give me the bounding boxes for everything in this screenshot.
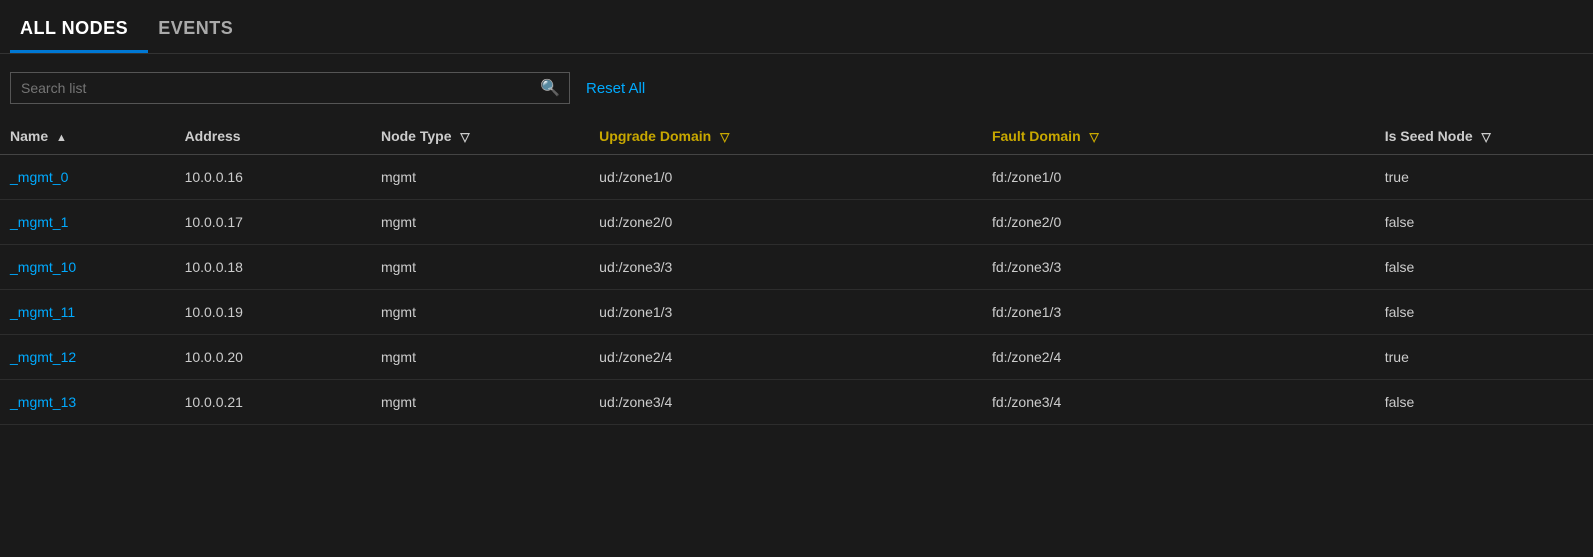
cell-is-seed-node: false (1375, 200, 1593, 245)
table-row[interactable]: _mgmt_1310.0.0.21mgmtud:/zone3/4fd:/zone… (0, 380, 1593, 425)
filter-fault-icon[interactable]: ▽ (1090, 130, 1099, 144)
table-row[interactable]: _mgmt_1210.0.0.20mgmtud:/zone2/4fd:/zone… (0, 335, 1593, 380)
cell-address: 10.0.0.20 (175, 335, 371, 380)
cell-name[interactable]: _mgmt_0 (0, 155, 175, 200)
col-header-address[interactable]: Address (175, 118, 371, 155)
tab-events[interactable]: EVENTS (148, 0, 253, 53)
cell-name[interactable]: _mgmt_12 (0, 335, 175, 380)
col-header-node-type[interactable]: Node Type ▽ (371, 118, 589, 155)
cell-upgrade-domain: ud:/zone1/0 (589, 155, 982, 200)
search-wrapper: 🔍 (10, 72, 570, 104)
col-header-fault-domain[interactable]: Fault Domain ▽ (982, 118, 1375, 155)
col-header-is-seed-node[interactable]: Is Seed Node ▽ (1375, 118, 1593, 155)
filter-seed-icon[interactable]: ▽ (1482, 130, 1491, 144)
search-area: 🔍 Reset All (0, 54, 1593, 118)
cell-is-seed-node: false (1375, 245, 1593, 290)
cell-fault-domain: fd:/zone1/3 (982, 290, 1375, 335)
cell-node-type: mgmt (371, 155, 589, 200)
cell-is-seed-node: false (1375, 380, 1593, 425)
cell-fault-domain: fd:/zone2/4 (982, 335, 1375, 380)
cell-upgrade-domain: ud:/zone3/4 (589, 380, 982, 425)
sort-asc-icon: ▲ (56, 132, 67, 144)
cell-address: 10.0.0.21 (175, 380, 371, 425)
cell-address: 10.0.0.19 (175, 290, 371, 335)
table-wrapper: Name ▲ Address Node Type ▽ Upgrade Domai… (0, 118, 1593, 425)
filter-upgrade-icon[interactable]: ▽ (720, 130, 729, 144)
table-body: _mgmt_010.0.0.16mgmtud:/zone1/0fd:/zone1… (0, 155, 1593, 425)
table-header-row: Name ▲ Address Node Type ▽ Upgrade Domai… (0, 118, 1593, 155)
cell-is-seed-node: true (1375, 335, 1593, 380)
cell-upgrade-domain: ud:/zone2/0 (589, 200, 982, 245)
cell-upgrade-domain: ud:/zone3/3 (589, 245, 982, 290)
cell-node-type: mgmt (371, 290, 589, 335)
cell-name[interactable]: _mgmt_1 (0, 200, 175, 245)
cell-fault-domain: fd:/zone1/0 (982, 155, 1375, 200)
filter-nodetype-icon[interactable]: ▽ (460, 130, 469, 144)
cell-name[interactable]: _mgmt_13 (0, 380, 175, 425)
tabs-bar: ALL NODES EVENTS (0, 0, 1593, 54)
nodes-table: Name ▲ Address Node Type ▽ Upgrade Domai… (0, 118, 1593, 425)
col-header-upgrade-domain[interactable]: Upgrade Domain ▽ (589, 118, 982, 155)
cell-node-type: mgmt (371, 335, 589, 380)
cell-node-type: mgmt (371, 245, 589, 290)
cell-is-seed-node: true (1375, 155, 1593, 200)
cell-upgrade-domain: ud:/zone2/4 (589, 335, 982, 380)
cell-name[interactable]: _mgmt_11 (0, 290, 175, 335)
cell-address: 10.0.0.17 (175, 200, 371, 245)
table-row[interactable]: _mgmt_1010.0.0.18mgmtud:/zone3/3fd:/zone… (0, 245, 1593, 290)
cell-address: 10.0.0.16 (175, 155, 371, 200)
cell-node-type: mgmt (371, 200, 589, 245)
cell-fault-domain: fd:/zone3/3 (982, 245, 1375, 290)
cell-upgrade-domain: ud:/zone1/3 (589, 290, 982, 335)
cell-fault-domain: fd:/zone2/0 (982, 200, 1375, 245)
col-header-name[interactable]: Name ▲ (0, 118, 175, 155)
table-row[interactable]: _mgmt_1110.0.0.19mgmtud:/zone1/3fd:/zone… (0, 290, 1593, 335)
table-row[interactable]: _mgmt_010.0.0.16mgmtud:/zone1/0fd:/zone1… (0, 155, 1593, 200)
tab-all-nodes[interactable]: ALL NODES (10, 0, 148, 53)
table-row[interactable]: _mgmt_110.0.0.17mgmtud:/zone2/0fd:/zone2… (0, 200, 1593, 245)
cell-node-type: mgmt (371, 380, 589, 425)
cell-is-seed-node: false (1375, 290, 1593, 335)
cell-address: 10.0.0.18 (175, 245, 371, 290)
search-input[interactable] (10, 72, 570, 104)
cell-fault-domain: fd:/zone3/4 (982, 380, 1375, 425)
reset-all-button[interactable]: Reset All (586, 80, 645, 97)
cell-name[interactable]: _mgmt_10 (0, 245, 175, 290)
